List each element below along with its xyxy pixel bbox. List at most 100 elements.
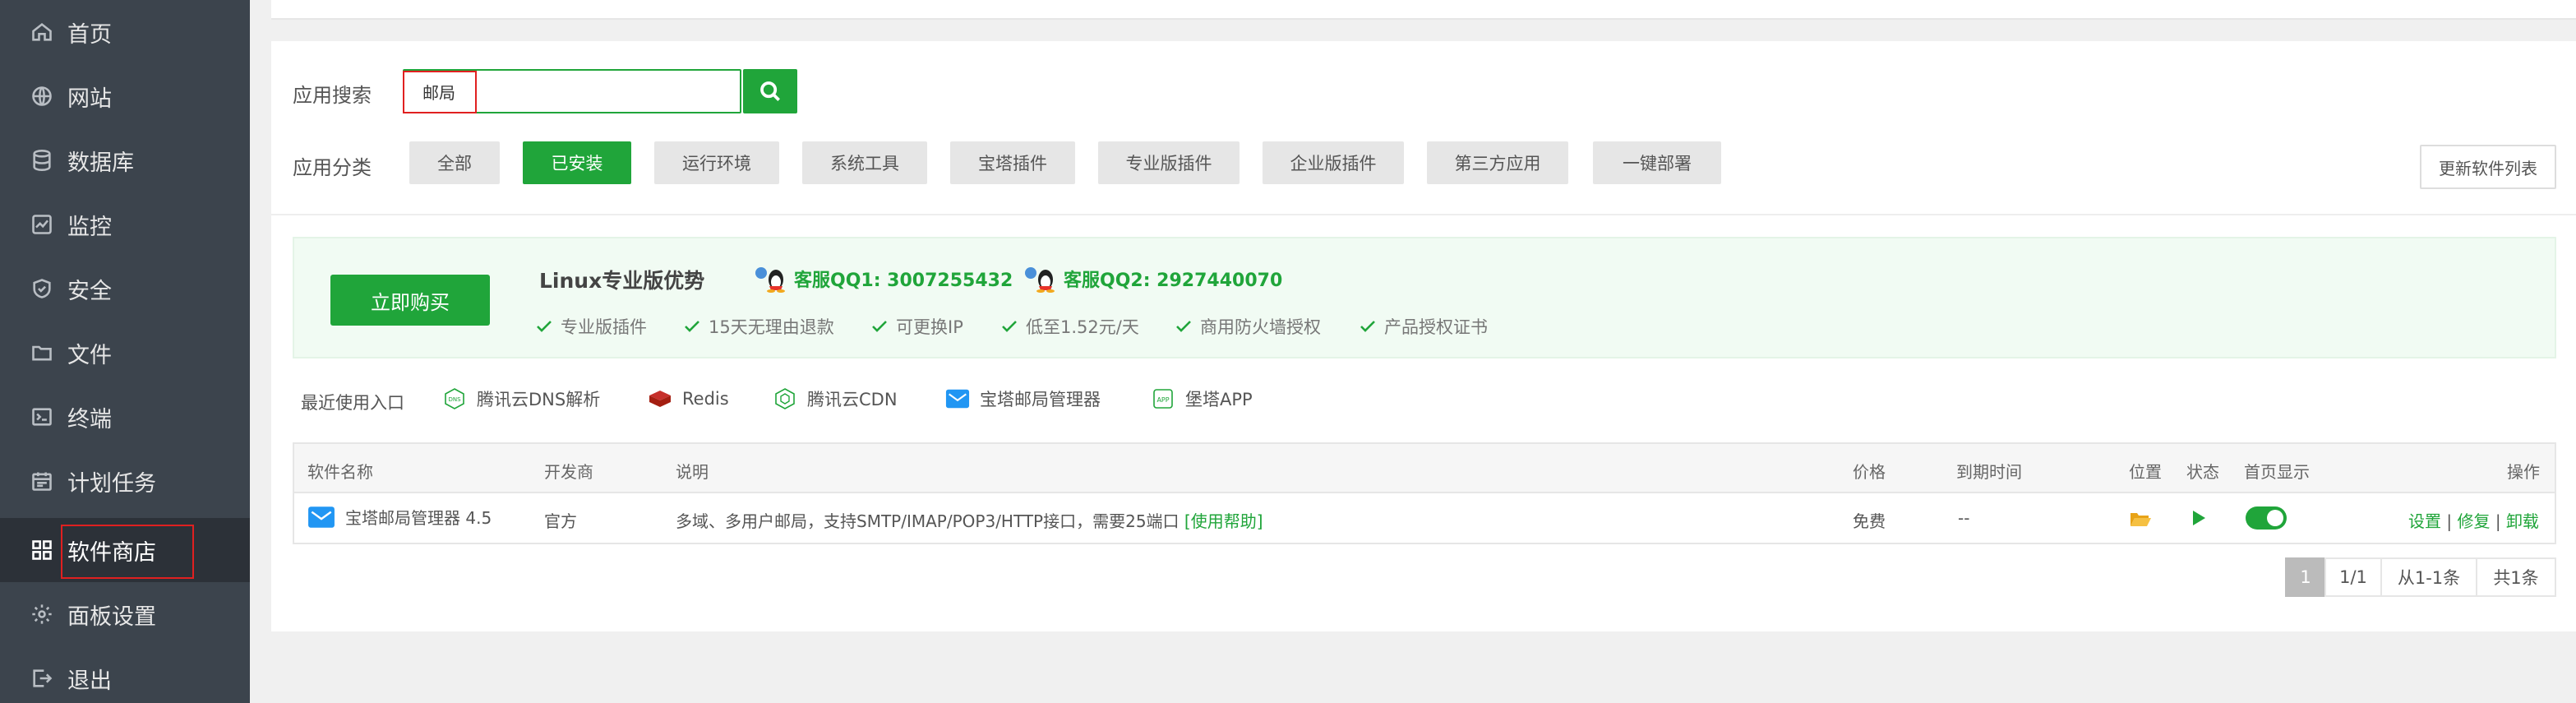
sidebar-item-website[interactable]: 网站 <box>0 64 250 128</box>
logout-icon <box>30 666 54 691</box>
recent-item-bt-app[interactable]: APP 堡塔APP <box>1151 386 1253 411</box>
sidebar-item-panel-settings[interactable]: 面板设置 <box>0 582 250 646</box>
category-bt-plugins[interactable]: 宝塔插件 <box>950 141 1075 184</box>
column-header-developer: 开发商 <box>544 462 593 482</box>
column-header-status: 状态 <box>2186 462 2219 482</box>
column-header-location: 位置 <box>2129 462 2162 482</box>
database-icon <box>30 148 54 173</box>
column-header-description: 说明 <box>676 462 709 482</box>
feature-text: 专业版插件 <box>561 317 647 337</box>
qq-icon <box>1025 267 1055 293</box>
sidebar-item-label: 计划任务 <box>67 470 156 497</box>
category-enterprise-plugins[interactable]: 企业版插件 <box>1263 141 1404 184</box>
settings-link[interactable]: 设置 <box>2408 511 2441 531</box>
sidebar-item-label: 安全 <box>67 278 112 304</box>
price-cell: 免费 <box>1853 511 1886 531</box>
category-one-click-deploy[interactable]: 一键部署 <box>1593 141 1721 184</box>
svg-text:APP: APP <box>1156 396 1169 404</box>
category-pro-plugins[interactable]: 专业版插件 <box>1098 141 1240 184</box>
divider <box>271 214 2576 215</box>
repair-link[interactable]: 修复 <box>2457 511 2490 531</box>
open-folder-icon[interactable] <box>2129 510 2152 532</box>
gear-icon <box>30 602 54 627</box>
feature-text: 15天无理由退款 <box>709 317 834 337</box>
category-third-party[interactable]: 第三方应用 <box>1427 141 1568 184</box>
sidebar-item-label: 文件 <box>67 342 112 368</box>
pro-promo-banner <box>293 237 2556 358</box>
recent-item-dns[interactable]: DNS 腾讯云DNS解析 <box>442 386 600 411</box>
redis-icon <box>648 386 672 411</box>
page-total: 共1条 <box>2476 557 2556 597</box>
uninstall-link[interactable]: 卸载 <box>2506 511 2539 531</box>
page-current[interactable]: 1 <box>2285 557 2326 597</box>
page-range: 从1-1条 <box>2380 557 2477 597</box>
sidebar-item-logout[interactable]: 退出 <box>0 646 250 703</box>
check-icon <box>685 321 699 332</box>
monitor-icon <box>30 212 54 237</box>
feature-text: 低至1.52元/天 <box>1026 317 1139 337</box>
mail-icon <box>945 386 970 411</box>
feature-text: 可更换IP <box>896 317 963 337</box>
globe-icon <box>30 84 54 109</box>
column-header-homepage: 首页显示 <box>2244 462 2310 482</box>
sidebar-item-terminal[interactable]: 终端 <box>0 385 250 449</box>
sidebar-item-files[interactable]: 文件 <box>0 321 250 385</box>
sidebar-item-security[interactable]: 安全 <box>0 257 250 321</box>
check-icon <box>872 321 887 332</box>
sidebar: 首页 网站 数据库 监控 安全 文件 终端 计划任务 软件商店 面板设置 退出 <box>0 0 250 703</box>
sidebar-item-database[interactable]: 数据库 <box>0 128 250 192</box>
software-name-cell: 宝塔邮局管理器 4.5 <box>307 505 492 529</box>
feature-text: 产品授权证书 <box>1384 317 1488 337</box>
software-table: 软件名称 开发商 说明 价格 到期时间 位置 状态 首页显示 操作 宝塔邮局管理… <box>293 442 2556 544</box>
category-installed[interactable]: 已安装 <box>523 141 631 184</box>
recent-item-mail-manager[interactable]: 宝塔邮局管理器 <box>945 386 1101 411</box>
category-label: 应用分类 <box>293 156 372 179</box>
dns-icon: DNS <box>442 386 467 411</box>
refresh-software-list-button[interactable]: 更新软件列表 <box>2420 145 2556 189</box>
feature-item: 商用防火墙授权 <box>1174 314 1321 339</box>
search-icon <box>760 81 780 101</box>
sidebar-item-label: 退出 <box>67 668 112 694</box>
play-icon[interactable] <box>2190 508 2208 532</box>
feature-item: 可更换IP <box>870 314 963 339</box>
separator: | <box>2446 511 2453 531</box>
sidebar-item-label: 网站 <box>67 86 112 112</box>
terminal-icon <box>30 405 54 429</box>
feature-item: 专业版插件 <box>534 314 647 339</box>
search-button[interactable] <box>743 69 797 113</box>
help-link[interactable]: [使用帮助] <box>1184 511 1263 531</box>
svg-text:DNS: DNS <box>448 396 461 403</box>
column-header-expiry: 到期时间 <box>1956 462 2022 482</box>
feature-item: 15天无理由退款 <box>682 314 834 339</box>
highlight-box <box>403 71 477 113</box>
top-panel <box>271 0 2576 20</box>
check-icon <box>1360 321 1375 332</box>
category-system-tools[interactable]: 系统工具 <box>802 141 927 184</box>
sidebar-item-home[interactable]: 首页 <box>0 0 250 64</box>
app-icon: APP <box>1151 386 1175 411</box>
support-qq2[interactable]: 客服QQ2: 2927440070 <box>1023 265 1282 293</box>
category-all[interactable]: 全部 <box>409 141 500 184</box>
description-cell: 多域、多用户邮局，支持SMTP/IMAP/POP3/HTTP接口，需要25端口 … <box>676 508 1263 532</box>
cdn-icon <box>773 386 797 411</box>
recent-item-redis[interactable]: Redis <box>648 386 729 411</box>
sidebar-item-label: 数据库 <box>67 150 134 176</box>
apps-icon <box>30 538 54 562</box>
column-header-actions: 操作 <box>2507 462 2540 482</box>
sidebar-item-cron[interactable]: 计划任务 <box>0 449 250 513</box>
homepage-display-toggle[interactable] <box>2246 506 2287 530</box>
feature-item: 低至1.52元/天 <box>999 314 1139 339</box>
column-header-price: 价格 <box>1853 462 1886 482</box>
feature-text: 商用防火墙授权 <box>1200 317 1321 337</box>
page-count: 1/1 <box>2324 557 2382 597</box>
check-icon <box>1002 321 1017 332</box>
qq-icon <box>755 267 785 293</box>
buy-now-button[interactable]: 立即购买 <box>330 275 490 326</box>
recent-item-cdn[interactable]: 腾讯云CDN <box>773 386 898 411</box>
category-runtime[interactable]: 运行环境 <box>654 141 779 184</box>
column-header-name: 软件名称 <box>307 462 373 482</box>
feature-item: 产品授权证书 <box>1358 314 1488 339</box>
check-icon <box>1176 321 1191 332</box>
sidebar-item-monitor[interactable]: 监控 <box>0 192 250 257</box>
support-qq1[interactable]: 客服QQ1: 3007255432 <box>753 265 1013 293</box>
